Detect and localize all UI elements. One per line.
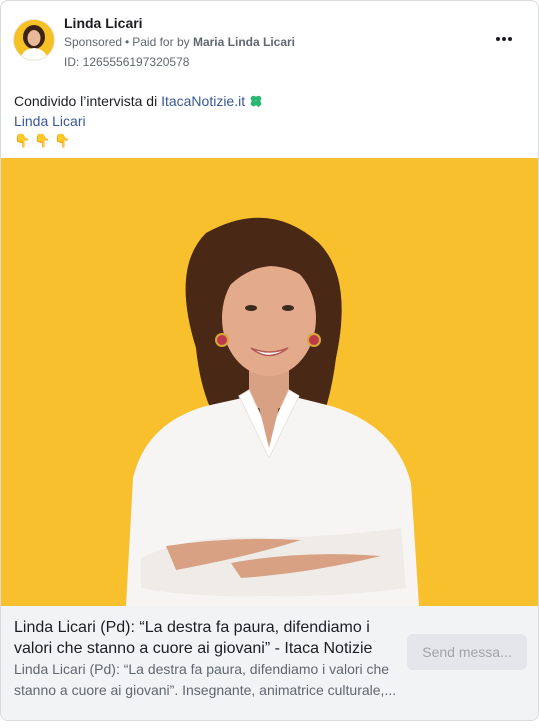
paid-for-prefix: Paid for by [132,35,190,49]
link-description: Linda Licari (Pd): “La destra fa paura, … [14,661,397,698]
sponsor-line: Sponsored • Paid for by Maria Linda Licari [64,35,295,49]
ad-card: Linda Licari Sponsored • Paid for by Maria… [0,0,539,721]
more-options-icon[interactable] [492,31,516,47]
avatar-portrait-icon [14,20,54,60]
avatar[interactable] [13,19,55,61]
itaca-link[interactable]: ItacaNotizie.it [161,93,245,109]
separator-dot: • [125,35,130,49]
message-line-2: Linda Licari [14,111,526,131]
message-line-1: Condivido l’intervista di ItacaNotizie.i… [14,91,526,111]
profile-link[interactable]: Linda Licari [14,113,86,129]
post-message: Condivido l’intervista di ItacaNotizie.i… [14,91,526,151]
ad-image[interactable] [1,158,538,606]
post-header: Linda Licari Sponsored • Paid for by Maria… [13,13,526,73]
message-intro: Condivido l’intervista di [14,93,162,109]
link-preview[interactable]: Linda Licari (Pd): “La destra fa paura, … [1,606,538,720]
sponsored-label: Sponsored [64,35,123,49]
portrait-photo [1,158,538,606]
four-leaf-clover-icon [250,95,262,108]
send-message-button[interactable]: Send messa... [407,634,527,670]
paid-for-name: Maria Linda Licari [192,35,295,49]
ad-id: ID: 1265556197320578 [64,55,190,69]
link-headline[interactable]: Linda Licari (Pd): “La destra fa paura, … [14,617,389,659]
pointing-down-emoji: 👇👇👇 [14,133,75,148]
page-name[interactable]: Linda Licari [64,15,143,31]
